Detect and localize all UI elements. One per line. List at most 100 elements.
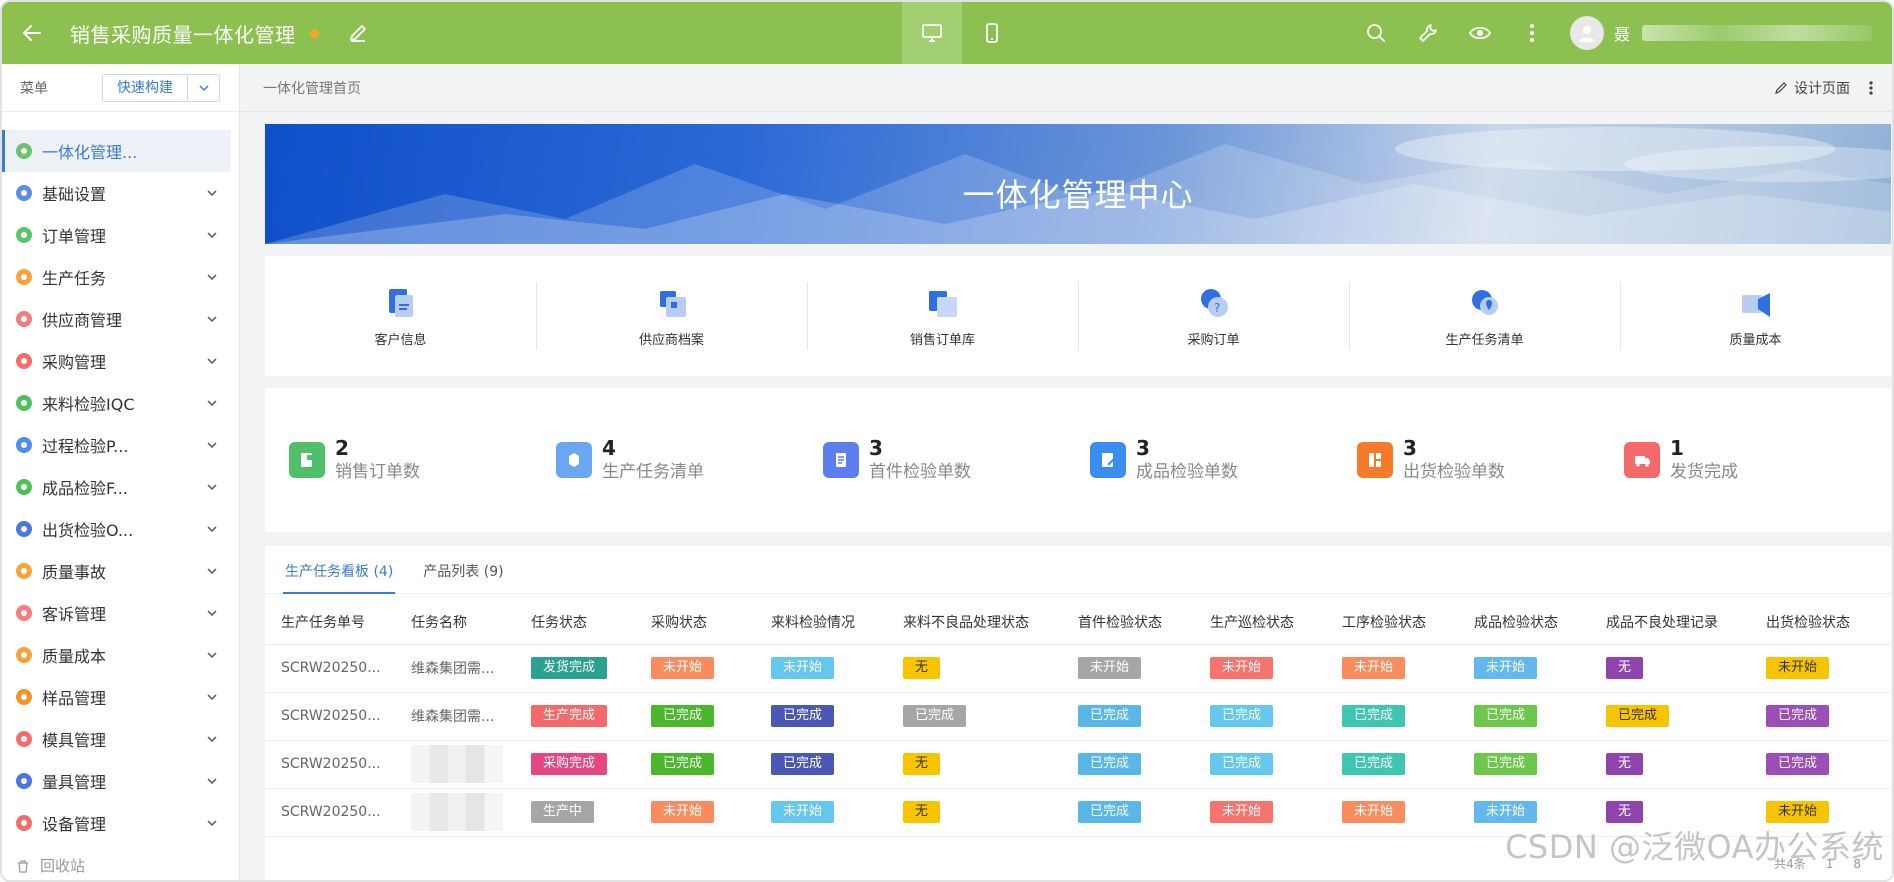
task-name-cell[interactable]: 维森集团需... bbox=[395, 692, 515, 741]
chevron-down-icon[interactable] bbox=[205, 564, 219, 578]
more-vertical-icon[interactable] bbox=[1868, 78, 1882, 98]
status-badge: 已完成 bbox=[1766, 705, 1830, 727]
chevron-down-icon[interactable] bbox=[205, 648, 219, 662]
column-header[interactable]: 首件检验状态 bbox=[1062, 600, 1194, 645]
eye-preview-icon[interactable] bbox=[1454, 2, 1506, 64]
sidebar-item[interactable]: 样品管理 bbox=[2, 676, 239, 718]
task-name-cell[interactable]: 维森集团需... bbox=[395, 644, 515, 693]
recycle-bin[interactable]: 回收站 bbox=[16, 855, 85, 876]
sidebar-item[interactable]: 量具管理 bbox=[2, 760, 239, 802]
status-badge: 生产完成 bbox=[531, 705, 608, 727]
quick-link[interactable]: 生产任务清单 bbox=[1349, 282, 1620, 350]
sidebar-item[interactable]: 成品检验F... bbox=[2, 466, 239, 508]
quick-link[interactable]: 质量成本 bbox=[1620, 282, 1891, 350]
chevron-down-icon[interactable] bbox=[205, 396, 219, 410]
status-badge: 未开始 bbox=[1342, 801, 1406, 823]
column-header[interactable]: 成品检验状态 bbox=[1458, 600, 1590, 645]
task-name-cell[interactable] bbox=[395, 788, 515, 837]
mobile-view-icon[interactable] bbox=[962, 2, 1022, 64]
chevron-down-icon[interactable] bbox=[187, 74, 219, 101]
chevron-down-icon[interactable] bbox=[205, 354, 219, 368]
edit-pencil-icon[interactable] bbox=[347, 22, 369, 44]
quick-build-button[interactable]: 快速构建 bbox=[103, 75, 187, 101]
quick-link[interactable]: 销售订单库 bbox=[807, 282, 1078, 350]
chevron-down-icon[interactable] bbox=[205, 606, 219, 620]
quick-link[interactable]: 供应商档案 bbox=[536, 282, 807, 350]
stat-item[interactable]: 3 成品检验单数 bbox=[1090, 436, 1357, 484]
stat-item[interactable]: 1 发货完成 bbox=[1624, 436, 1891, 484]
chevron-down-icon[interactable] bbox=[205, 690, 219, 704]
column-header[interactable]: 来料检验情况 bbox=[755, 600, 887, 645]
chevron-down-icon[interactable] bbox=[205, 522, 219, 536]
stat-item[interactable]: 3 出货检验单数 bbox=[1357, 436, 1624, 484]
column-header[interactable]: 任务状态 bbox=[515, 600, 635, 645]
chevron-down-icon[interactable] bbox=[205, 438, 219, 452]
sidebar-item[interactable]: 客诉管理 bbox=[2, 592, 239, 634]
sidebar-item[interactable]: 订单管理 bbox=[2, 214, 239, 256]
sidebar-item[interactable]: 模具管理 bbox=[2, 718, 239, 760]
column-header[interactable]: 成品不良处理记录 bbox=[1590, 600, 1750, 645]
sidebar-item[interactable]: 生产任务 bbox=[2, 256, 239, 298]
task-id-cell[interactable]: SCRW20250... bbox=[265, 788, 395, 837]
stat-item[interactable]: 3 首件检验单数 bbox=[823, 436, 1090, 484]
tab-task-board[interactable]: 生产任务看板 (4) bbox=[282, 561, 396, 594]
sidebar-item[interactable]: 基础设置 bbox=[2, 172, 239, 214]
status-badge: 未开始 bbox=[1210, 657, 1274, 679]
column-header[interactable]: 来料不良品处理状态 bbox=[887, 600, 1062, 645]
task-list-count-icon bbox=[556, 442, 592, 478]
sidebar-item[interactable]: 采购管理 bbox=[2, 340, 239, 382]
chevron-down-icon[interactable] bbox=[205, 732, 219, 746]
search-icon[interactable] bbox=[1350, 2, 1402, 64]
sidebar-item[interactable]: 一体化管理... bbox=[2, 130, 231, 172]
sidebar-item[interactable]: 出货检验O... bbox=[2, 508, 239, 550]
quick-build-dropdown[interactable]: 快速构建 bbox=[102, 73, 220, 102]
table-row[interactable]: SCRW20250... 维森集团需... 生产完成 已完成 已完成 已完成 已完成 已完成 已… bbox=[265, 692, 1891, 741]
sidebar-item[interactable]: 来料检验IQC bbox=[2, 382, 239, 424]
breadcrumb-home[interactable]: 一体化管理首页 bbox=[263, 78, 361, 98]
quick-link[interactable]: 客户信息 bbox=[265, 282, 536, 350]
wrench-icon[interactable] bbox=[1402, 2, 1454, 64]
chevron-down-icon[interactable] bbox=[205, 480, 219, 494]
back-arrow-icon[interactable] bbox=[20, 21, 44, 45]
supplier-file-icon bbox=[659, 290, 686, 317]
sidebar-item[interactable]: 质量事故 bbox=[2, 550, 239, 592]
sidebar-item[interactable]: 供应商管理 bbox=[2, 298, 239, 340]
column-header[interactable]: 采购状态 bbox=[635, 600, 755, 645]
column-header[interactable]: 生产巡检状态 bbox=[1194, 600, 1326, 645]
main-content: 一体化管理首页 设计页面 一体化管理中心 客户信息 供应商档案 销售订单库? 采购订单… bbox=[241, 64, 1892, 880]
chevron-down-icon[interactable] bbox=[205, 270, 219, 284]
menu-group-icon bbox=[16, 311, 32, 327]
sidebar-item[interactable]: 设备管理 bbox=[2, 802, 239, 844]
status-badge: 已完成 bbox=[651, 753, 715, 775]
chevron-down-icon[interactable] bbox=[205, 228, 219, 242]
table-row[interactable]: SCRW20250... 维森集团需... 发货完成 未开始 未开始 无 未开始 未开始 未开始… bbox=[265, 644, 1891, 693]
status-badge: 未开始 bbox=[651, 657, 715, 679]
user-menu[interactable]: 聂 bbox=[1569, 16, 1872, 50]
column-header[interactable]: 工序检验状态 bbox=[1326, 600, 1458, 645]
task-id-cell[interactable]: SCRW20250... bbox=[265, 692, 395, 741]
quick-link[interactable]: ? 采购订单 bbox=[1078, 282, 1349, 350]
chevron-down-icon[interactable] bbox=[205, 774, 219, 788]
sidebar-item[interactable]: 质量成本 bbox=[2, 634, 239, 676]
menu-group-icon bbox=[16, 521, 32, 537]
chevron-down-icon[interactable] bbox=[205, 186, 219, 200]
sidebar-item[interactable]: 过程检验P... bbox=[2, 424, 239, 466]
more-vertical-icon[interactable] bbox=[1506, 2, 1558, 64]
task-name-cell[interactable] bbox=[395, 740, 515, 789]
task-id-cell[interactable]: SCRW20250... bbox=[265, 644, 395, 693]
tab-product-list[interactable]: 产品列表 (9) bbox=[423, 561, 503, 593]
stat-item[interactable]: 2 销售订单数 bbox=[289, 436, 556, 484]
status-badge: 未开始 bbox=[1766, 657, 1830, 679]
column-header[interactable]: 任务名称 bbox=[395, 600, 515, 645]
column-header[interactable]: 生产任务单号 bbox=[265, 600, 395, 645]
column-header[interactable]: 出货检验状态 bbox=[1750, 600, 1891, 645]
sidebar-item-label: 订单管理 bbox=[42, 227, 107, 246]
status-badge: 已完成 bbox=[1474, 753, 1538, 775]
task-id-cell[interactable]: SCRW20250... bbox=[265, 740, 395, 789]
table-row[interactable]: SCRW20250... 采购完成 已完成 已完成 无 已完成 已完成 已完成 已完成 无 已完成 bbox=[265, 740, 1891, 789]
desktop-view-icon[interactable] bbox=[902, 2, 962, 64]
stat-item[interactable]: 4 生产任务清单 bbox=[556, 436, 823, 484]
chevron-down-icon[interactable] bbox=[205, 816, 219, 830]
design-page-button[interactable]: 设计页面 bbox=[1774, 78, 1850, 98]
chevron-down-icon[interactable] bbox=[205, 312, 219, 326]
